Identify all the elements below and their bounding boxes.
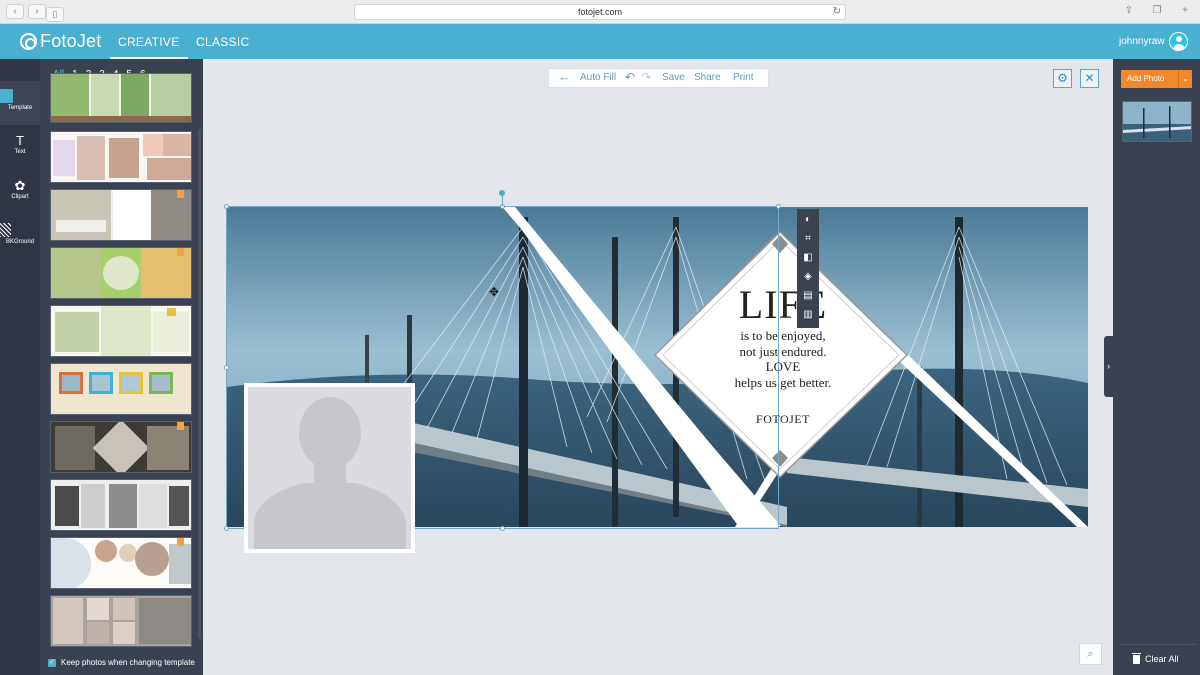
template-thumbnail[interactable] bbox=[50, 479, 192, 531]
quote-brand[interactable]: FOTOJET bbox=[716, 412, 850, 427]
clipart-icon: ✿ bbox=[14, 178, 26, 193]
template-thumbnail[interactable] bbox=[50, 247, 192, 299]
rail-item-bkground[interactable]: BKGround bbox=[0, 217, 40, 261]
person-silhouette-icon bbox=[254, 397, 406, 549]
quote-line[interactable]: LOVE bbox=[716, 359, 850, 375]
new-tab-icon[interactable]: + bbox=[1176, 4, 1194, 19]
rotate-handle[interactable] bbox=[499, 190, 505, 196]
photo-tools-menu: ◐ ⌗ ◧ ◈ ▤ ▥ bbox=[797, 209, 819, 328]
app-header: FotoJet CREATIVE CLASSIC johnnyraw bbox=[0, 24, 1200, 60]
logo-text: FotoJet bbox=[40, 31, 102, 51]
template-icon bbox=[0, 89, 13, 103]
trash-icon bbox=[1132, 652, 1141, 664]
avatar[interactable] bbox=[1169, 32, 1188, 51]
template-thumbnail[interactable] bbox=[50, 421, 192, 473]
chevron-down-icon[interactable]: ⌄ bbox=[1178, 70, 1192, 88]
resize-handle[interactable] bbox=[224, 365, 229, 370]
resize-handle[interactable] bbox=[224, 526, 229, 531]
username[interactable]: johnnyraw bbox=[1119, 36, 1165, 47]
back-icon[interactable]: ‹ bbox=[6, 4, 24, 19]
photo-placeholder[interactable] bbox=[244, 383, 415, 553]
keep-photos-option[interactable]: ✓ Keep photos when changing template bbox=[48, 658, 195, 667]
settings-icon[interactable]: ⚙ bbox=[1053, 69, 1072, 88]
resize-handle[interactable] bbox=[776, 204, 781, 209]
address-bar[interactable]: fotojet.com ↻ bbox=[354, 4, 846, 20]
keep-photos-checkbox[interactable]: ✓ bbox=[48, 658, 56, 667]
flip-icon[interactable]: ◧ bbox=[797, 249, 819, 267]
clear-all-button[interactable]: Clear All bbox=[1132, 652, 1179, 664]
background-icon bbox=[0, 223, 11, 237]
close-icon[interactable]: ✕ bbox=[1080, 69, 1099, 88]
zoom-icon[interactable]: ⌕ bbox=[1079, 643, 1102, 665]
fotojet-logo[interactable]: FotoJet bbox=[20, 31, 101, 52]
photo-panel: Add Photo ⌄ Clear All bbox=[1113, 59, 1200, 675]
divider bbox=[1119, 644, 1196, 645]
add-photo-label: Add Photo bbox=[1127, 74, 1165, 83]
quote-line[interactable]: helps us get better. bbox=[716, 375, 850, 391]
template-thumbnail[interactable] bbox=[50, 305, 192, 357]
copy-icon[interactable]: ▤ bbox=[797, 287, 819, 305]
quote-text-block[interactable]: LIFE is to be enjoyed, not just endured.… bbox=[716, 282, 850, 427]
tabs-icon[interactable]: ❐ bbox=[1148, 4, 1166, 19]
forward-icon[interactable]: › bbox=[28, 4, 46, 19]
browser-chrome: ‹ › ▯ fotojet.com ↻ ⇪ ❐ + bbox=[0, 0, 1200, 24]
quote-title[interactable]: LIFE bbox=[716, 282, 850, 328]
resize-handle[interactable] bbox=[500, 526, 505, 531]
template-thumbnail[interactable] bbox=[50, 73, 192, 123]
logo-icon bbox=[20, 33, 37, 50]
browser-nav: ‹ › bbox=[6, 4, 46, 19]
tab-classic[interactable]: CLASSIC bbox=[196, 35, 249, 49]
placeholder-image bbox=[248, 387, 411, 549]
rail-label: Text bbox=[14, 149, 26, 155]
print-button[interactable]: Print bbox=[733, 72, 754, 83]
quote-line[interactable]: not just endured. bbox=[716, 344, 850, 360]
trash-icon[interactable]: ▥ bbox=[797, 306, 819, 324]
redo-icon[interactable]: ↷ bbox=[641, 70, 651, 84]
tool-rail: Template T Text ✿ Clipart BKGround bbox=[0, 59, 40, 675]
template-thumbnail[interactable] bbox=[50, 363, 192, 415]
move-cursor-icon: ✥ bbox=[489, 285, 500, 299]
sidebar-toggle-icon[interactable]: ▯ bbox=[46, 4, 64, 22]
clear-all-label: Clear All bbox=[1145, 654, 1179, 664]
contrast-icon[interactable]: ◐ bbox=[797, 211, 819, 229]
browser-actions: ⇪ ❐ + bbox=[1120, 4, 1194, 19]
rail-label: Template bbox=[7, 105, 33, 111]
keep-photos-label: Keep photos when changing template bbox=[61, 658, 195, 667]
template-thumbnail[interactable] bbox=[50, 131, 192, 183]
reload-icon[interactable]: ↻ bbox=[833, 5, 841, 19]
quote-line[interactable]: is to be enjoyed, bbox=[716, 328, 850, 344]
template-panel: All 1 2 3 4 5 6 bbox=[40, 59, 203, 675]
rail-label: BKGround bbox=[5, 239, 35, 245]
share-icon[interactable]: ⇪ bbox=[1120, 4, 1138, 19]
url-text: fotojet.com bbox=[577, 7, 623, 17]
uploaded-photo-thumbnail[interactable] bbox=[1122, 101, 1192, 142]
tab-creative[interactable]: CREATIVE bbox=[110, 35, 188, 60]
save-button[interactable]: Save bbox=[662, 72, 685, 83]
undo-icon[interactable]: ↶ bbox=[625, 70, 635, 84]
rail-item-clipart[interactable]: ✿ Clipart bbox=[0, 172, 40, 216]
panel-scrollbar[interactable] bbox=[198, 129, 201, 639]
add-photo-button[interactable]: Add Photo ⌄ bbox=[1121, 70, 1192, 88]
editor-toolbar: ← Auto Fill ↶ ↷ Save Share Print bbox=[548, 68, 769, 88]
back-arrow-icon[interactable]: ← bbox=[558, 69, 571, 84]
auto-fill-button[interactable]: Auto Fill bbox=[580, 72, 616, 83]
text-icon: T bbox=[16, 133, 24, 148]
rail-item-text[interactable]: T Text bbox=[0, 127, 40, 171]
collapse-panel-chevron-icon[interactable]: › bbox=[1104, 336, 1113, 397]
share-button[interactable]: Share bbox=[694, 72, 721, 83]
crop-icon[interactable]: ⌗ bbox=[797, 230, 819, 248]
bridge-thumbnail-image bbox=[1123, 102, 1191, 141]
template-thumbnail[interactable] bbox=[50, 189, 192, 241]
rail-item-template[interactable]: Template bbox=[0, 81, 40, 125]
template-thumbnail[interactable] bbox=[50, 537, 192, 589]
rail-label: Clipart bbox=[11, 194, 29, 200]
layers-icon[interactable]: ◈ bbox=[797, 268, 819, 286]
resize-handle[interactable] bbox=[224, 204, 229, 209]
template-thumbnail[interactable] bbox=[50, 595, 192, 647]
